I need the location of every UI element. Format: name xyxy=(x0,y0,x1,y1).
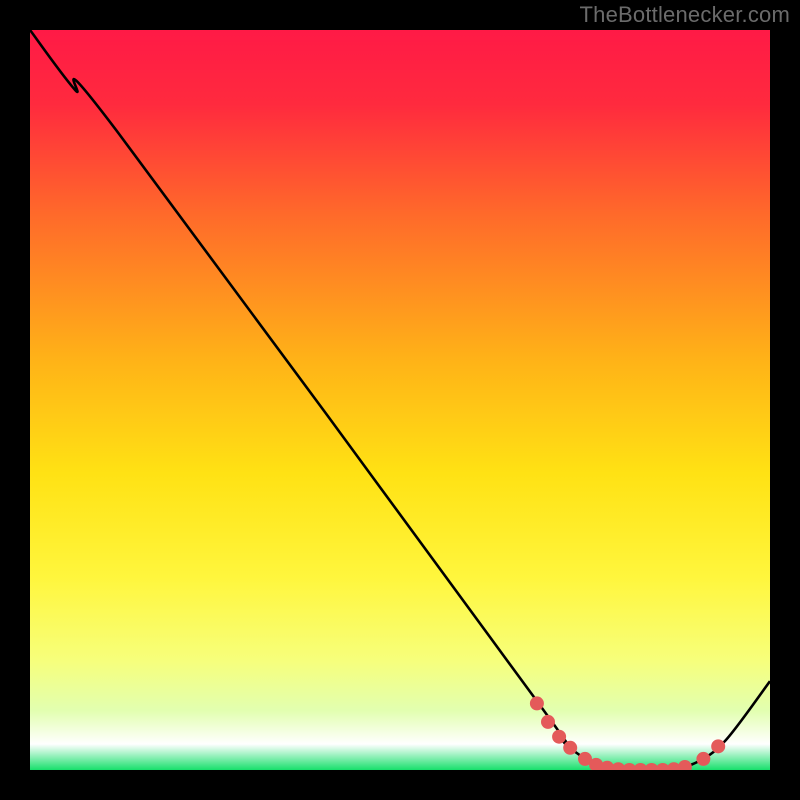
marker-dot xyxy=(552,730,566,744)
curve-layer xyxy=(30,30,770,770)
marker-dot xyxy=(563,741,577,755)
chart-frame: TheBottlenecker.com xyxy=(0,0,800,800)
plot-area xyxy=(30,30,770,770)
watermark-text: TheBottlenecker.com xyxy=(580,2,790,28)
marker-group xyxy=(530,696,725,770)
marker-dot xyxy=(530,696,544,710)
marker-dot xyxy=(696,752,710,766)
marker-dot xyxy=(541,715,555,729)
bottleneck-curve xyxy=(30,30,770,770)
marker-dot xyxy=(711,739,725,753)
marker-dot xyxy=(678,760,692,770)
